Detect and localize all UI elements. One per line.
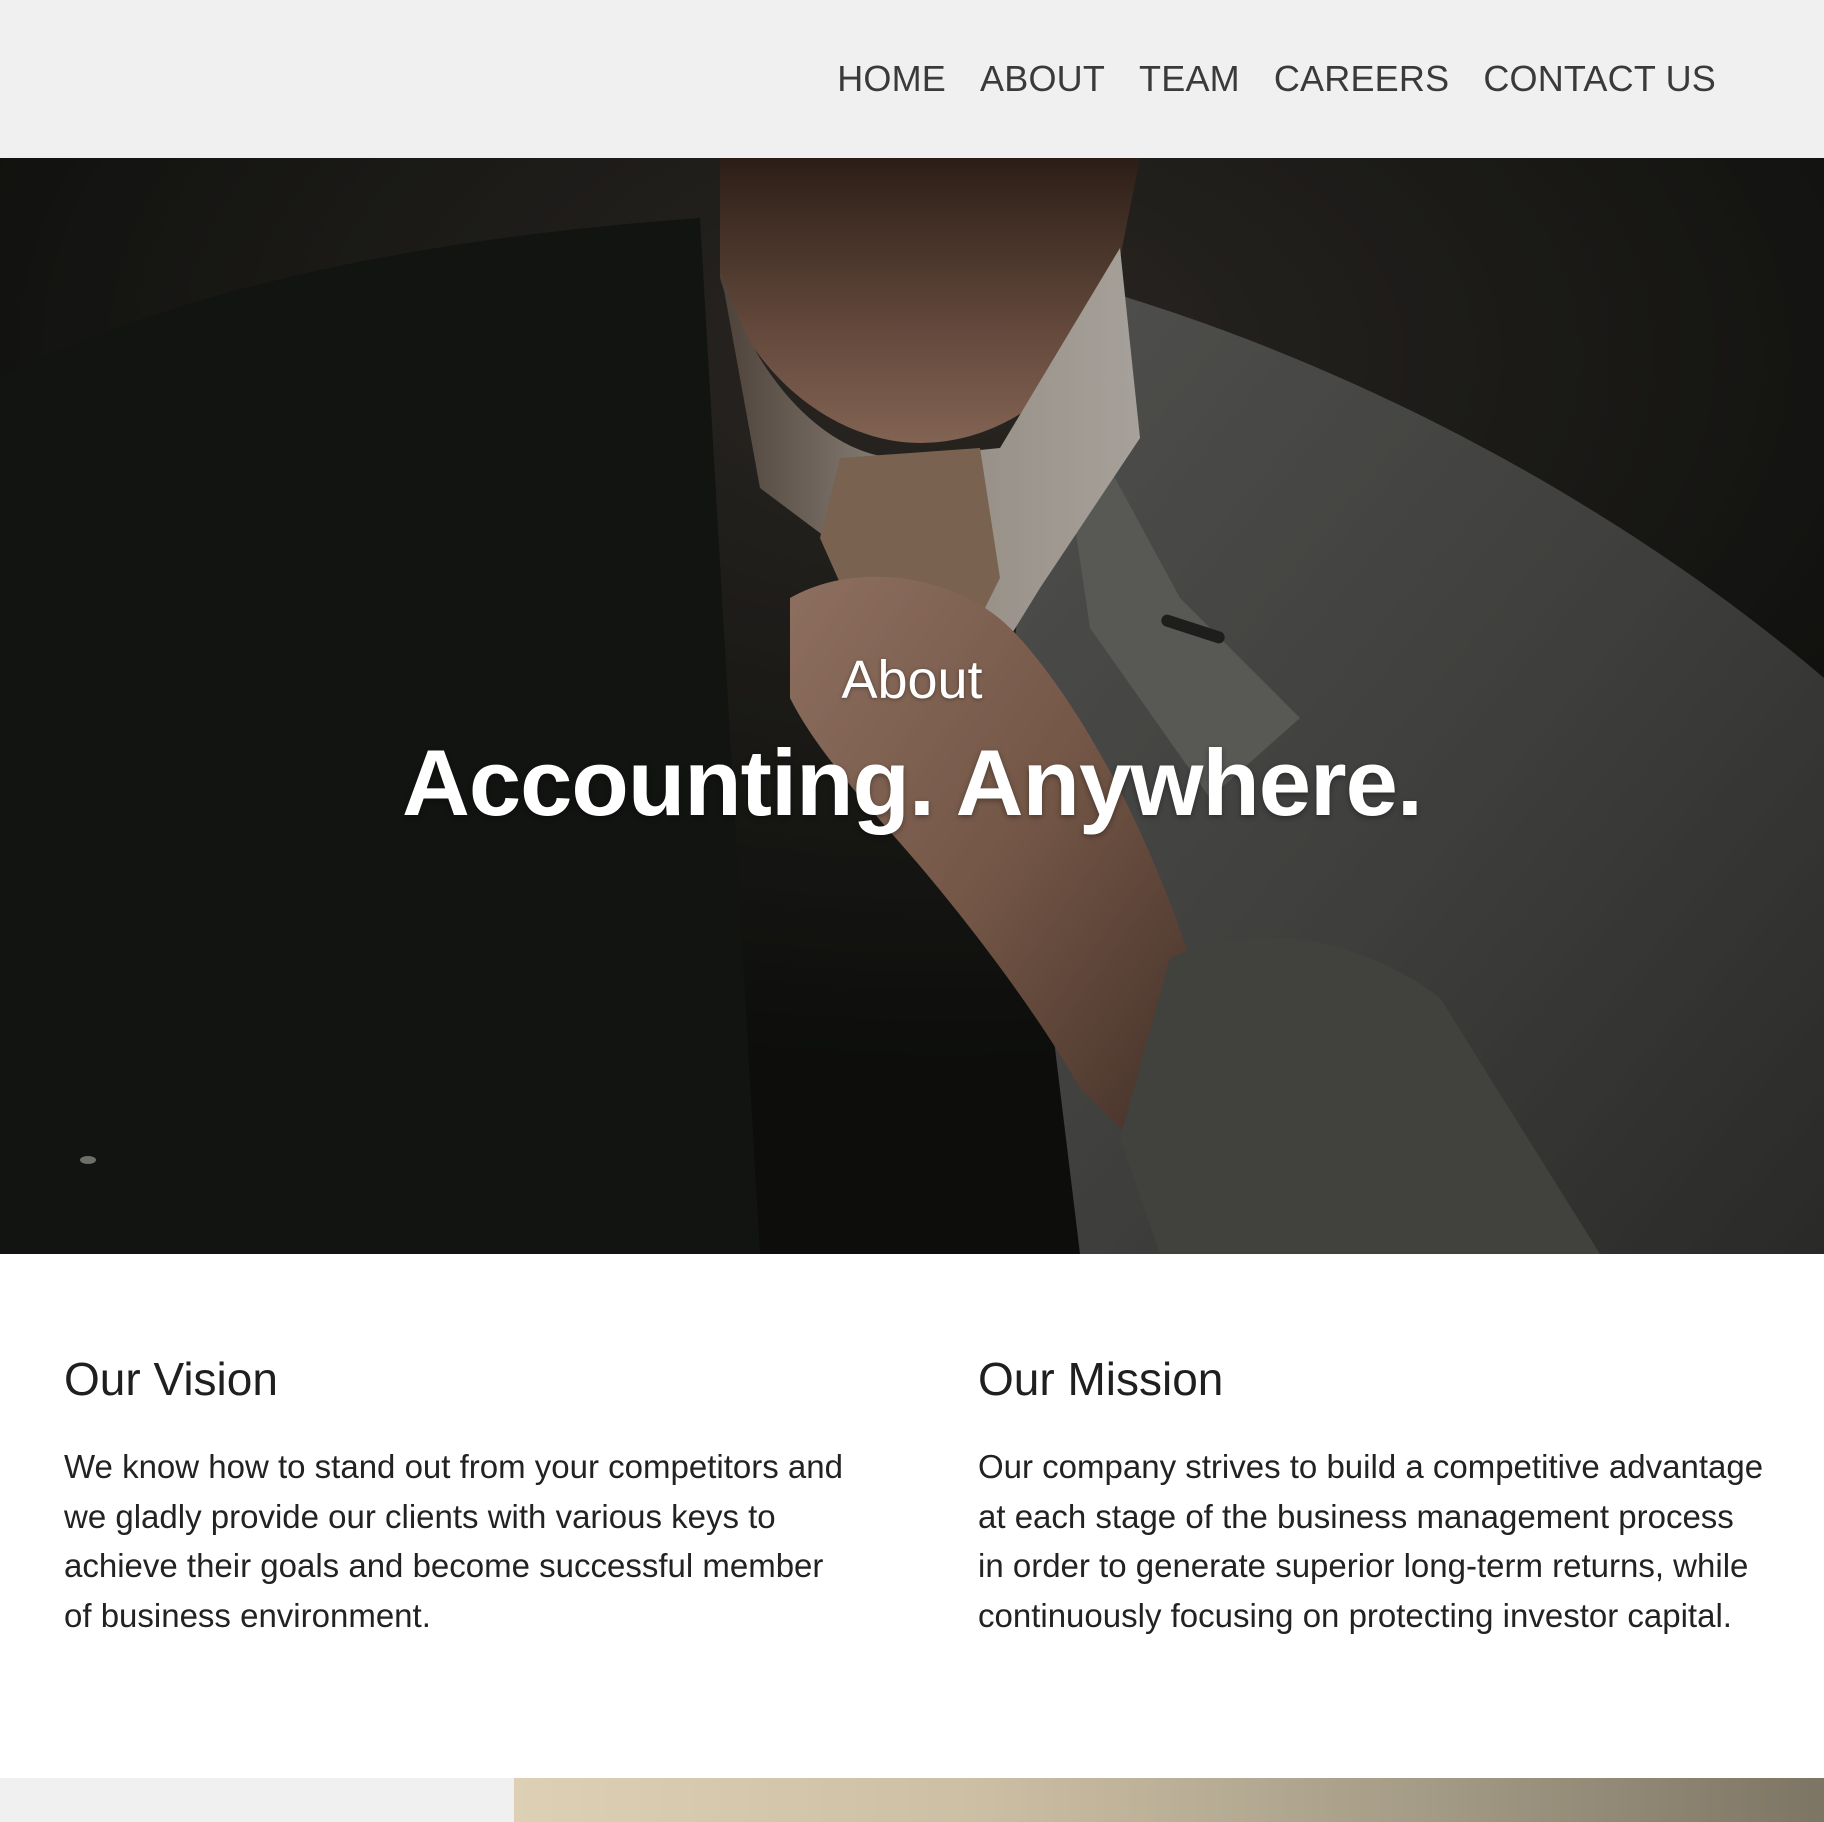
nav-list: HOME ABOUT TEAM CAREERS CONTACT US: [837, 52, 1716, 106]
vision-body: We know how to stand out from your compe…: [64, 1448, 843, 1634]
vision-mission-section: Our Vision We know how to stand out from…: [0, 1254, 1824, 1778]
hero-title: Accounting. Anywhere.: [401, 730, 1423, 835]
next-section-image: [514, 1778, 1824, 1822]
next-section-preview: [0, 1778, 1824, 1822]
site-header: HOME ABOUT TEAM CAREERS CONTACT US: [0, 0, 1824, 158]
hero-text: About Accounting. Anywhere.: [0, 158, 1824, 1254]
nav-item-about[interactable]: ABOUT: [980, 58, 1105, 99]
hero-banner: About Accounting. Anywhere.: [0, 158, 1824, 1254]
mission-body: Our company strives to build a competiti…: [978, 1448, 1764, 1634]
nav-item-careers[interactable]: CAREERS: [1274, 58, 1449, 99]
nav-item-team[interactable]: TEAM: [1139, 58, 1240, 99]
hero-kicker: About: [841, 650, 983, 710]
nav-item-contact-us[interactable]: CONTACT US: [1483, 58, 1716, 99]
nav-item-home[interactable]: HOME: [837, 58, 946, 99]
vision-column: Our Vision We know how to stand out from…: [64, 1350, 864, 1640]
vision-heading: Our Vision: [64, 1353, 278, 1405]
mission-heading: Our Mission: [978, 1353, 1224, 1405]
mission-column: Our Mission Our company strives to build…: [978, 1350, 1778, 1640]
